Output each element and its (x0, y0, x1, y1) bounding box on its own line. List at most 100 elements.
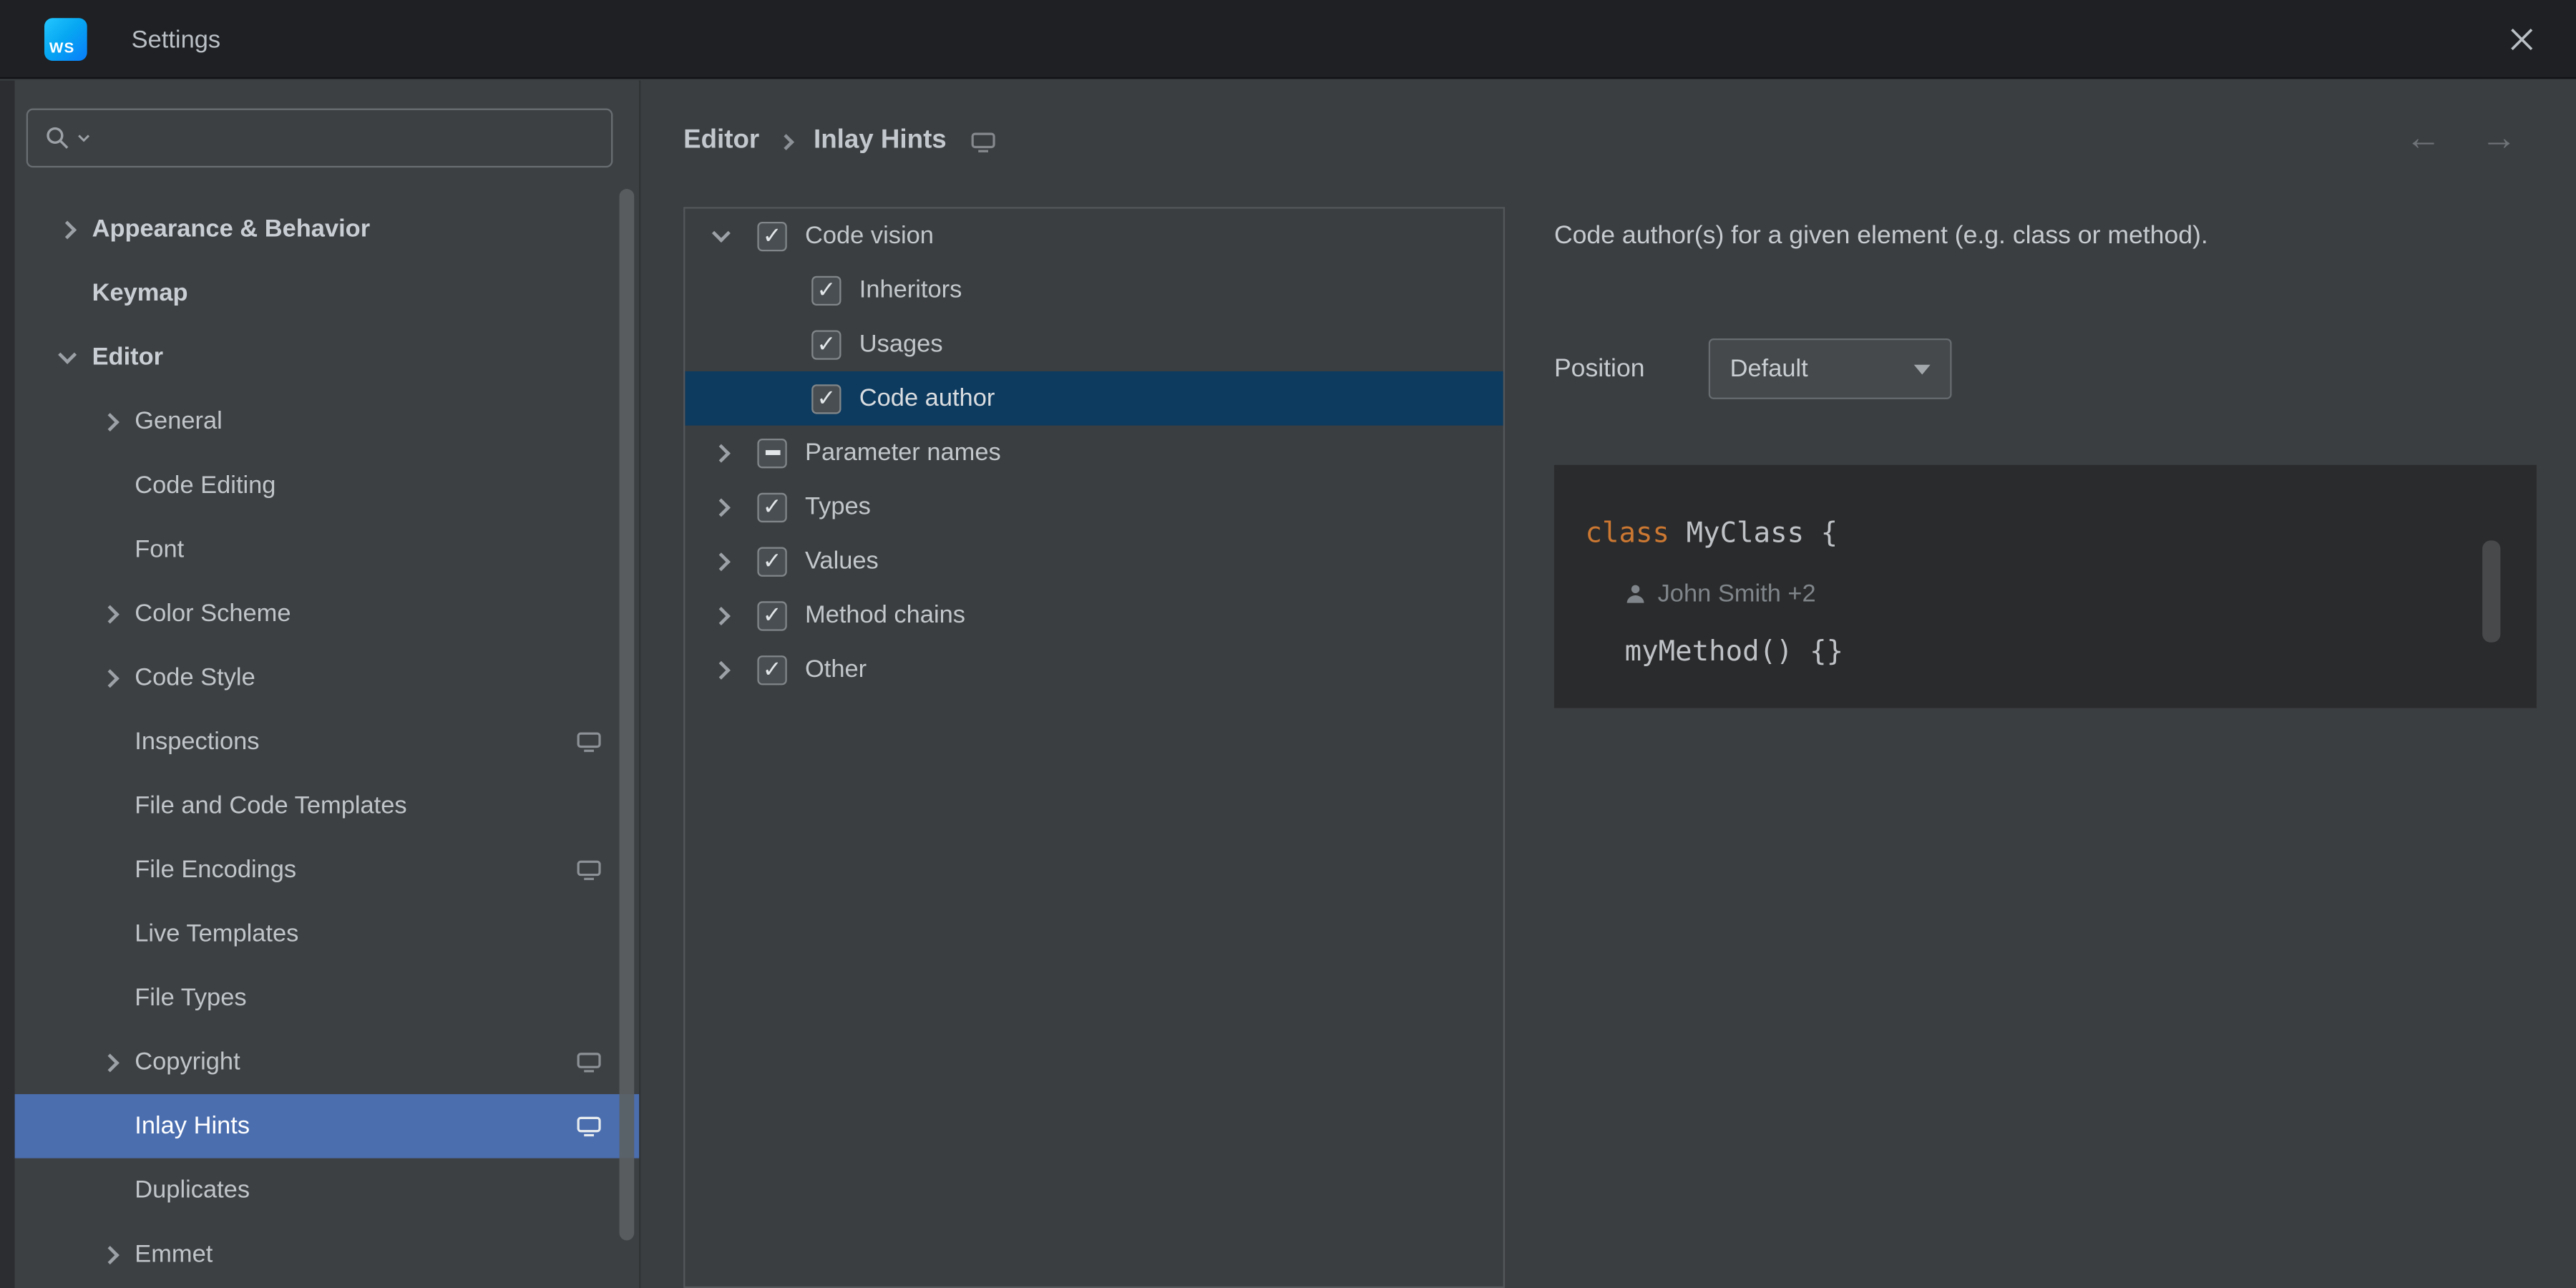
chevron-right-icon[interactable] (711, 443, 731, 462)
forward-arrow-icon[interactable]: → (2481, 117, 2517, 160)
usages-checkbox[interactable] (811, 329, 841, 359)
search-history-chevron-icon (78, 135, 90, 142)
sidebar-item-inspections[interactable]: Inspections (15, 710, 639, 774)
tree-row-label: Code vision (804, 221, 934, 250)
person-icon (1626, 584, 1644, 602)
sidebar-item-emmet[interactable]: Emmet (15, 1222, 639, 1287)
sidebar-item-label: Code Style (135, 663, 255, 692)
position-dropdown[interactable]: Default (1708, 338, 1952, 399)
chevron-down-icon[interactable] (711, 224, 731, 243)
search-input[interactable] (26, 108, 613, 168)
sidebar-item-general[interactable]: General (15, 389, 639, 454)
settings-sidebar: Appearance & Behavior Keymap Editor Gene… (14, 80, 641, 1288)
tree-row-other[interactable]: Other (685, 643, 1503, 697)
screen-icon (577, 731, 601, 753)
sidebar-item-appearance-behavior[interactable]: Appearance & Behavior (15, 197, 639, 262)
webstorm-logo-icon: WS (44, 18, 87, 61)
code-vision-checkbox[interactable] (757, 220, 787, 251)
sidebar-item-label: Color Scheme (135, 600, 291, 628)
chevron-down-icon[interactable] (58, 345, 77, 364)
sidebar-item-live-templates[interactable]: Live Templates (15, 902, 639, 966)
chevron-right-icon[interactable] (711, 660, 731, 679)
values-checkbox[interactable] (757, 546, 787, 576)
keyword-class: class (1585, 517, 1670, 551)
tree-row-label: Values (804, 547, 879, 575)
screen-icon (577, 859, 601, 881)
sidebar-item-file-and-code-templates[interactable]: File and Code Templates (15, 774, 639, 838)
breadcrumb: Editor Inlay Hints (683, 120, 996, 163)
sidebar-item-label: Font (135, 535, 185, 564)
tree-row-label: Usages (859, 330, 943, 358)
sidebar-item-label: Duplicates (135, 1176, 250, 1204)
sidebar-item-keymap[interactable]: Keymap (15, 261, 639, 326)
chevron-right-icon[interactable] (100, 1244, 119, 1264)
breadcrumb-section[interactable]: Editor (683, 127, 759, 156)
setting-description: Code author(s) for a given element (e.g.… (1553, 221, 2208, 250)
sidebar-item-duplicates[interactable]: Duplicates (15, 1158, 639, 1223)
screen-icon (971, 131, 995, 152)
sidebar-item-color-scheme[interactable]: Color Scheme (15, 582, 639, 646)
sidebar-item-file-types[interactable]: File Types (15, 966, 639, 1030)
code-preview: class MyClass { John Smith +2 myMethod()… (1553, 464, 2537, 708)
position-label: Position (1553, 353, 1645, 382)
sidebar-item-label: Inspections (135, 728, 260, 756)
history-navigation: ← → (2405, 117, 2517, 160)
chevron-right-icon[interactable] (711, 552, 731, 571)
chevron-right-icon[interactable] (711, 497, 731, 517)
chevron-right-icon[interactable] (100, 411, 119, 431)
parameter-names-checkbox[interactable] (757, 437, 787, 468)
settings-content: Editor Inlay Hints ← → Code vision Inher… (640, 80, 2576, 1288)
close-icon[interactable] (2507, 24, 2537, 54)
tree-row-parameter-names[interactable]: Parameter names (685, 426, 1503, 480)
tree-row-label: Types (804, 492, 871, 521)
chevron-right-icon[interactable] (100, 1053, 119, 1072)
sidebar-item-inlay-hints[interactable]: Inlay Hints (14, 1094, 640, 1158)
other-checkbox[interactable] (757, 654, 787, 685)
sidebar-item-label: Live Templates (135, 919, 299, 948)
tree-row-inheritors[interactable]: Inheritors (685, 263, 1503, 317)
tree-row-label: Code author (859, 384, 995, 413)
breadcrumb-chevron-icon (778, 133, 795, 150)
code-line-class: class MyClass { (1586, 504, 2537, 564)
tree-row-method-chains[interactable]: Method chains (685, 588, 1503, 643)
sidebar-item-label: File Types (135, 984, 247, 1013)
sidebar-item-label: Emmet (135, 1240, 213, 1269)
tree-row-types[interactable]: Types (685, 479, 1503, 534)
inlay-hints-tree: Code vision Inheritors Usages Code autho… (683, 207, 1506, 1288)
tree-row-values[interactable]: Values (685, 534, 1503, 588)
code-author-checkbox[interactable] (811, 384, 841, 414)
title-bar: WS Settings (0, 0, 2576, 79)
position-dropdown-value: Default (1729, 354, 1808, 383)
sidebar-item-editor[interactable]: Editor (15, 326, 639, 390)
sidebar-item-label: Keymap (92, 279, 188, 308)
preview-scrollbar[interactable] (2482, 540, 2501, 643)
tree-row-label: Inheritors (859, 275, 962, 304)
sidebar-item-copyright[interactable]: Copyright (15, 1030, 639, 1095)
code-line-method: myMethod() {} (1625, 623, 2537, 682)
sidebar-item-label: Code Editing (135, 471, 276, 499)
tree-row-usages[interactable]: Usages (685, 317, 1503, 371)
sidebar-item-code-editing[interactable]: Code Editing (15, 454, 639, 518)
window-title: Settings (131, 25, 221, 54)
types-checkbox[interactable] (757, 492, 787, 522)
window-edge-strip (0, 80, 15, 1288)
search-icon (47, 127, 69, 149)
chevron-right-icon[interactable] (711, 605, 731, 625)
dropdown-arrow-icon (1913, 364, 1931, 374)
sidebar-scrollbar[interactable] (619, 189, 635, 1241)
class-declaration: MyClass { (1669, 517, 1838, 551)
author-hint-text: John Smith +2 (1657, 579, 1816, 608)
inheritors-checkbox[interactable] (811, 275, 841, 305)
sidebar-item-file-encodings[interactable]: File Encodings (15, 838, 639, 902)
chevron-right-icon[interactable] (100, 604, 119, 623)
chevron-right-icon[interactable] (100, 668, 119, 688)
chevron-right-icon[interactable] (58, 220, 77, 239)
sidebar-item-font[interactable]: Font (15, 517, 639, 582)
tree-row-code-vision[interactable]: Code vision (685, 209, 1503, 263)
method-chains-checkbox[interactable] (757, 600, 787, 630)
sidebar-item-code-style[interactable]: Code Style (15, 645, 639, 710)
sidebar-item-label: Editor (92, 343, 164, 371)
screen-icon (577, 1051, 601, 1073)
back-arrow-icon[interactable]: ← (2405, 117, 2441, 160)
tree-row-code-author[interactable]: Code author (685, 371, 1503, 426)
